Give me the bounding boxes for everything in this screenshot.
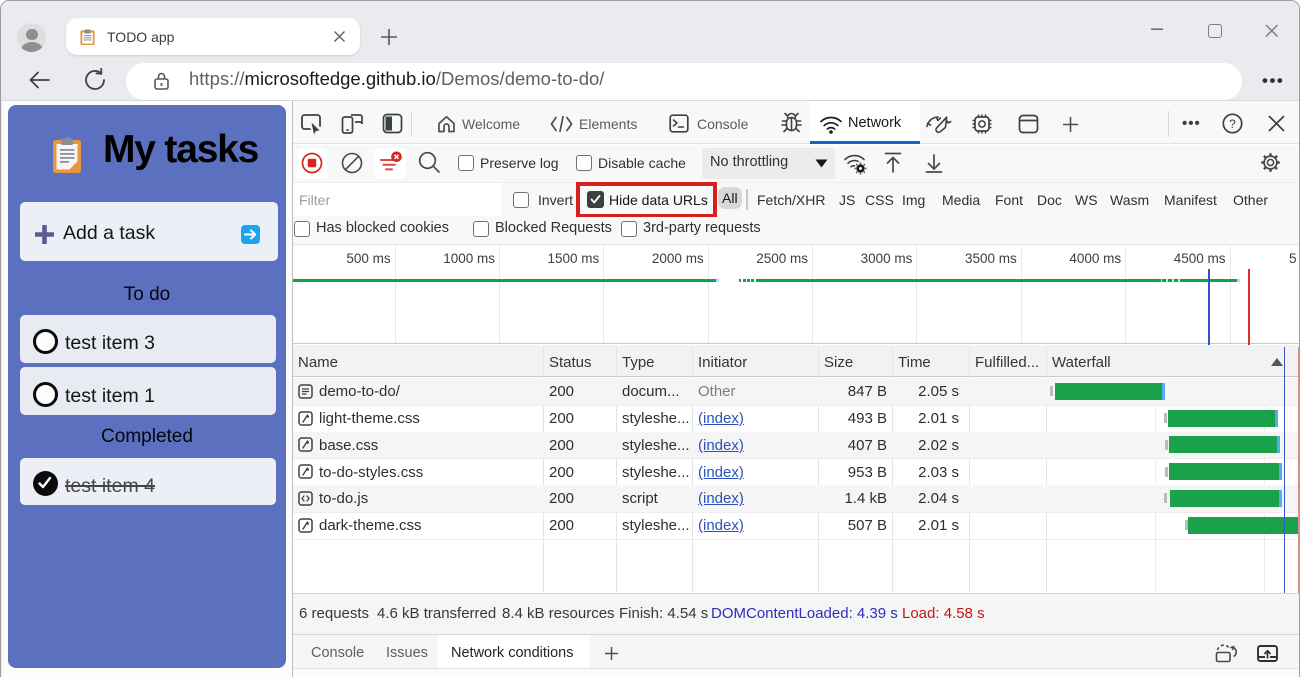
svg-text:?: ? xyxy=(1229,117,1236,131)
